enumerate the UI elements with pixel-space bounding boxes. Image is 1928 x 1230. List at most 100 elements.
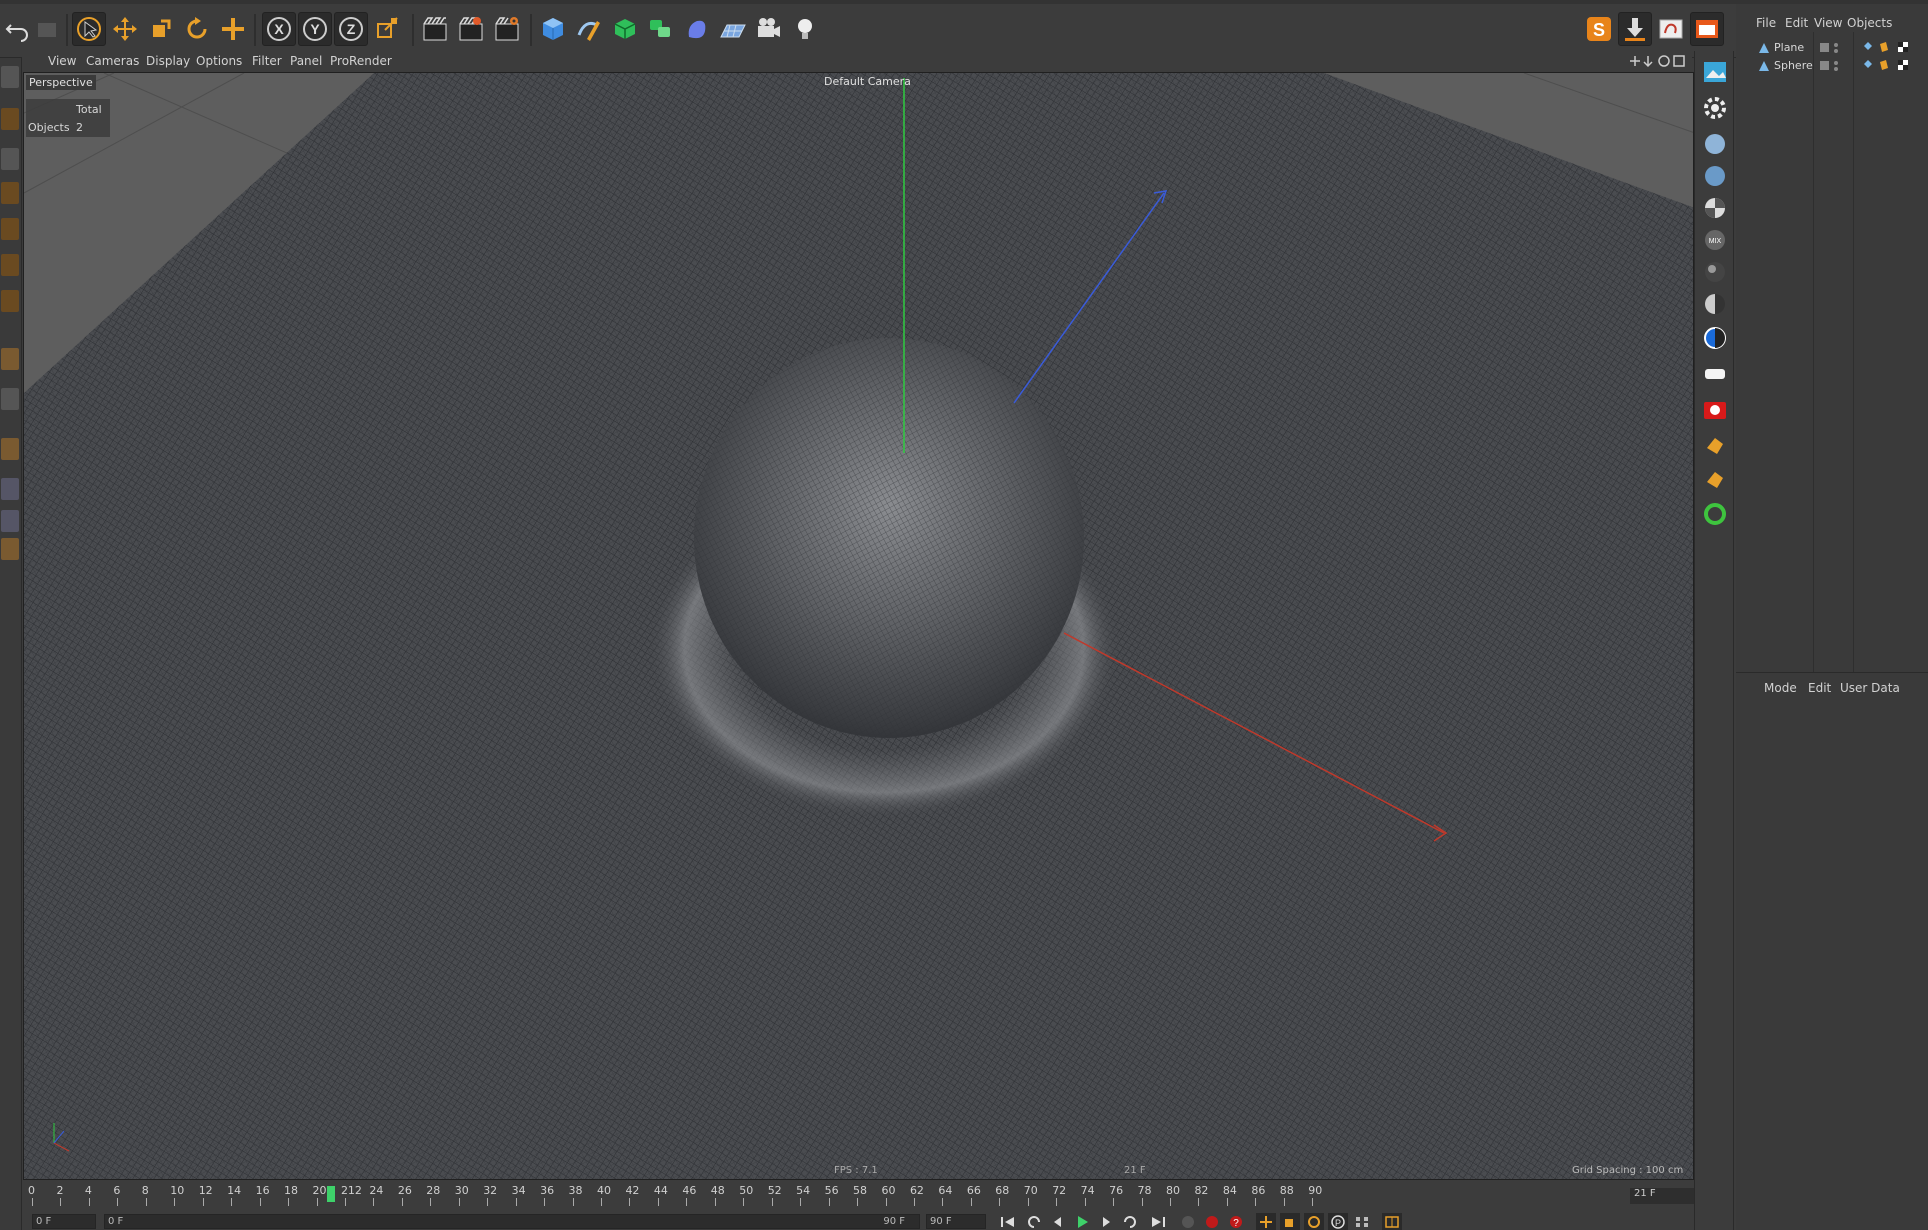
go-to-start-icon[interactable] bbox=[998, 1213, 1018, 1230]
picture-viewer-icon[interactable] bbox=[1698, 55, 1732, 89]
sketch-toon-icon[interactable]: S bbox=[1582, 12, 1616, 46]
help-icon[interactable]: ? bbox=[1226, 1213, 1246, 1230]
settings-gear-icon[interactable] bbox=[1698, 91, 1732, 125]
render-view-icon[interactable] bbox=[418, 12, 452, 46]
download-icon[interactable] bbox=[1618, 12, 1652, 46]
objmgr-menu-edit[interactable]: Edit bbox=[1785, 16, 1808, 30]
frame-ruler[interactable]: 0 2 4 6 8 10 12 14 16 18 20 212 24 26 28 30 32 34 36 38 40 42… bbox=[28, 1182, 1632, 1208]
attr-menu-user-data[interactable]: User Data bbox=[1840, 681, 1900, 695]
key-parameter-icon[interactable]: P bbox=[1328, 1213, 1348, 1230]
timeline-window-icon[interactable] bbox=[1382, 1213, 1402, 1230]
viewport-menu-prorender[interactable]: ProRender bbox=[330, 54, 392, 68]
previous-frame-icon[interactable] bbox=[1048, 1213, 1068, 1230]
redo-icon[interactable] bbox=[30, 12, 64, 46]
preview-range-slider[interactable]: 0 F 90 F bbox=[104, 1214, 920, 1229]
deformer-icon[interactable] bbox=[680, 12, 714, 46]
layer-visibility-icons[interactable] bbox=[1820, 42, 1848, 54]
viewport-navigation-icons[interactable] bbox=[1626, 53, 1686, 69]
planar-workplane-icon[interactable] bbox=[1, 510, 19, 532]
y-axis-icon[interactable]: Y bbox=[298, 12, 332, 46]
lock-workplane-icon[interactable] bbox=[1, 478, 19, 500]
view-name-label[interactable]: Perspective bbox=[26, 75, 96, 90]
subdivision-icon[interactable] bbox=[608, 12, 642, 46]
workplane-mode-icon[interactable] bbox=[1, 182, 19, 204]
move-icon[interactable] bbox=[108, 12, 142, 46]
rotate-icon[interactable] bbox=[180, 12, 214, 46]
undo-icon[interactable] bbox=[0, 12, 34, 46]
material-blue-icon[interactable] bbox=[1698, 159, 1732, 193]
viewport-menu-panel[interactable]: Panel bbox=[290, 54, 322, 68]
object-tags[interactable] bbox=[1862, 58, 1922, 72]
live-select-icon[interactable] bbox=[216, 12, 250, 46]
key-pla-icon[interactable] bbox=[1352, 1213, 1372, 1230]
object-name[interactable]: Plane bbox=[1774, 41, 1804, 54]
viewport-menu-view[interactable]: View bbox=[48, 54, 76, 68]
camera-red-icon[interactable] bbox=[1698, 393, 1732, 427]
timeline-ruler[interactable]: 0 2 4 6 8 10 12 14 16 18 20 212 24 26 28 30 32 34 36 38 40 42… bbox=[22, 1180, 1694, 1210]
viewport-menu-options[interactable]: Options bbox=[196, 54, 242, 68]
material-half-icon[interactable] bbox=[1698, 287, 1732, 321]
material-mix-icon[interactable]: MIX bbox=[1698, 223, 1732, 257]
array-icon[interactable] bbox=[644, 12, 678, 46]
snap-icon[interactable] bbox=[1, 388, 19, 410]
play-icon[interactable] bbox=[1072, 1213, 1092, 1230]
floor-icon[interactable] bbox=[716, 12, 750, 46]
render-picture-viewer-icon[interactable] bbox=[454, 12, 488, 46]
texture-mode-icon[interactable] bbox=[1, 148, 19, 170]
object-name[interactable]: Sphere bbox=[1774, 59, 1813, 72]
x-axis-icon[interactable]: X bbox=[262, 12, 296, 46]
record-icon[interactable] bbox=[1178, 1213, 1198, 1230]
make-editable-icon[interactable] bbox=[1, 66, 19, 88]
material-checker-icon[interactable] bbox=[1698, 191, 1732, 225]
material-dark-icon[interactable] bbox=[1698, 255, 1732, 289]
key-position-icon[interactable] bbox=[1256, 1213, 1276, 1230]
viewport-menu-cameras[interactable]: Cameras bbox=[86, 54, 139, 68]
attr-menu-edit[interactable]: Edit bbox=[1808, 681, 1831, 695]
coordinate-system-icon[interactable] bbox=[370, 12, 404, 46]
go-to-end-icon[interactable] bbox=[1148, 1213, 1168, 1230]
edges-mode-icon[interactable] bbox=[1, 254, 19, 276]
next-key-icon[interactable] bbox=[1120, 1213, 1140, 1230]
3d-viewport[interactable]: Perspective Total Objects 2 Default Came… bbox=[23, 72, 1694, 1180]
attr-menu-mode[interactable]: Mode bbox=[1764, 681, 1797, 695]
start-frame-field[interactable]: 0 F bbox=[32, 1214, 96, 1229]
current-frame-field[interactable]: 21 F bbox=[1630, 1188, 1694, 1204]
magnet-icon[interactable] bbox=[1, 438, 19, 460]
key-rotation-icon[interactable] bbox=[1304, 1213, 1324, 1230]
z-axis-icon[interactable]: Z bbox=[334, 12, 368, 46]
object-row-plane[interactable]: Plane bbox=[1736, 38, 1928, 58]
cube-icon[interactable] bbox=[536, 12, 570, 46]
content-browser-icon[interactable] bbox=[1654, 12, 1688, 46]
autokey-icon[interactable] bbox=[1202, 1213, 1222, 1230]
polygons-mode-icon[interactable] bbox=[1, 290, 19, 312]
contrast-icon[interactable] bbox=[1698, 321, 1732, 355]
edit-render-settings-icon[interactable] bbox=[490, 12, 524, 46]
previous-key-icon[interactable] bbox=[1024, 1213, 1044, 1230]
end-frame-field[interactable]: 90 F bbox=[926, 1214, 986, 1229]
layer-visibility-icons[interactable] bbox=[1820, 60, 1848, 72]
points-mode-icon[interactable] bbox=[1, 218, 19, 240]
viewport-menu-display[interactable]: Display bbox=[146, 54, 190, 68]
objmgr-menu-view[interactable]: View bbox=[1814, 16, 1842, 30]
model-mode-icon[interactable] bbox=[1, 108, 19, 130]
object-row-sphere[interactable]: Sphere bbox=[1736, 56, 1928, 76]
tag-orange-icon[interactable] bbox=[1698, 429, 1732, 463]
layout-icon[interactable] bbox=[1690, 12, 1724, 46]
pen-icon[interactable] bbox=[572, 12, 606, 46]
axis-mode-icon[interactable] bbox=[1, 348, 19, 370]
solo-icon[interactable] bbox=[1, 538, 19, 560]
material-sphere-icon[interactable] bbox=[1698, 127, 1732, 161]
area-light-icon[interactable] bbox=[1698, 357, 1732, 391]
key-scale-icon[interactable] bbox=[1280, 1213, 1300, 1230]
viewport-menu-filter[interactable]: Filter bbox=[252, 54, 282, 68]
scale-icon[interactable] bbox=[144, 12, 178, 46]
playhead[interactable] bbox=[326, 1186, 335, 1202]
object-tags[interactable] bbox=[1862, 40, 1922, 54]
objmgr-menu-objects[interactable]: Objects bbox=[1847, 16, 1892, 30]
objmgr-menu-file[interactable]: File bbox=[1756, 16, 1776, 30]
active-camera-label[interactable]: Default Camera bbox=[824, 75, 911, 88]
next-frame-icon[interactable] bbox=[1096, 1213, 1116, 1230]
camera-icon[interactable] bbox=[752, 12, 786, 46]
refresh-green-icon[interactable] bbox=[1698, 497, 1732, 531]
light-icon[interactable] bbox=[788, 12, 822, 46]
